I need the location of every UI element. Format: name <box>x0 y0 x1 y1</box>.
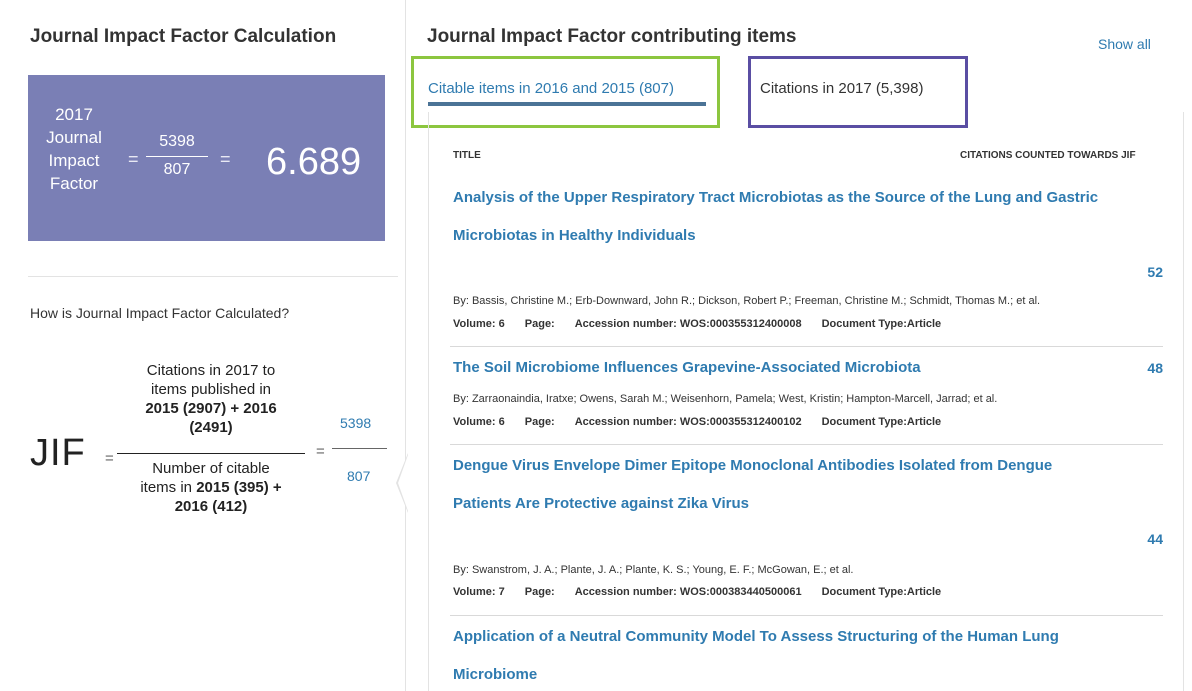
jif-calculation-panel: Journal Impact Factor Calculation 2017 J… <box>10 0 406 691</box>
denominator-line: 2016 (412) <box>174 498 248 515</box>
item-accession: Accession number: WOS:000355312400008 <box>574 318 802 330</box>
item-accession: Accession number: WOS:000383440500061 <box>574 586 802 598</box>
item-authors: By: Swanstrom, J. A.; Plante, J. A.; Pla… <box>453 564 854 576</box>
jif-summary-box: 2017 Journal Impact Factor = 5398 807 = … <box>28 75 385 241</box>
item-title-line[interactable]: The Soil Microbiome Influences Grapevine… <box>453 349 1163 387</box>
item-title-line[interactable]: Application of a Neutral Community Model… <box>453 618 1163 656</box>
item-title-line[interactable]: Microbiome <box>453 656 1163 691</box>
item-title-line[interactable]: Analysis of the Upper Respiratory Tract … <box>453 179 1163 217</box>
jif-label-line: Factor <box>49 174 99 193</box>
equals-sign: = <box>128 149 139 169</box>
jif-abbrev: JIF <box>30 432 86 474</box>
citation-count[interactable]: 44 <box>1103 531 1163 547</box>
item-title-line[interactable]: Patients Are Protective against Zika Vir… <box>453 485 1163 523</box>
numerator-line: (2491) <box>189 419 233 436</box>
column-header-title: TITLE <box>453 150 481 161</box>
column-header-citations: CITATIONS COUNTED TOWARDS JIF <box>960 150 1136 161</box>
equals-sign: = <box>220 149 231 169</box>
jif-label-line: 2017 <box>55 105 93 124</box>
jif-numerator: 5398 <box>159 133 195 150</box>
citation-count[interactable]: 52 <box>1103 264 1163 280</box>
show-all-link[interactable]: Show all <box>1098 36 1151 52</box>
item-title-line[interactable]: Microbiotas in Healthy Individuals <box>453 217 1163 255</box>
jif-box-label: 2017 Journal Impact Factor <box>28 103 120 195</box>
equals-sign: = <box>316 443 325 460</box>
item-title-line[interactable]: Dengue Virus Envelope Dimer Epitope Mono… <box>453 447 1163 485</box>
item-divider <box>450 444 1163 445</box>
item-title-link[interactable]: Application of a Neutral Community Model… <box>453 618 1163 691</box>
numerator-line: items published in <box>150 381 272 398</box>
jif-label-line: Impact <box>48 151 100 170</box>
item-divider <box>450 346 1163 347</box>
numerator-line: Citations in 2017 to <box>146 362 276 379</box>
equals-sign: = <box>105 450 114 467</box>
item-authors: By: Bassis, Christine M.; Erb-Downward, … <box>453 295 1041 307</box>
item-title-link[interactable]: The Soil Microbiome Influences Grapevine… <box>453 349 1163 387</box>
fraction-line <box>117 453 305 454</box>
item-meta: Volume: 7 Page: Accession number: WOS:0003… <box>453 586 961 598</box>
jif-value: 6.689 <box>266 141 362 183</box>
formula-result-numerator: 5398 <box>340 415 372 431</box>
fraction-line <box>332 448 387 449</box>
jif-label-line: Journal <box>46 128 102 147</box>
denominator-line: 2015 (395) + <box>196 479 282 496</box>
item-doctype: Document Type:Article <box>821 416 942 428</box>
panel-title: Journal Impact Factor Calculation <box>30 26 337 47</box>
divider <box>28 276 398 277</box>
item-doctype: Document Type:Article <box>821 318 942 330</box>
item-page: Page: <box>524 318 555 330</box>
denominator-line: Number of citable <box>152 460 270 477</box>
item-volume: Volume: 6 <box>453 416 505 428</box>
item-volume: Volume: 6 <box>453 318 505 330</box>
item-meta: Volume: 6 Page: Accession number: WOS:0003… <box>453 416 961 428</box>
jif-fraction: 5398 807 <box>146 133 208 179</box>
denominator-line: items in <box>140 479 197 496</box>
item-page: Page: <box>524 586 555 598</box>
item-authors: By: Zarraonaindia, Iratxe; Owens, Sarah … <box>453 393 998 405</box>
item-divider <box>450 615 1163 616</box>
item-meta: Volume: 6 Page: Accession number: WOS:0003… <box>453 318 961 330</box>
item-title-link[interactable]: Dengue Virus Envelope Dimer Epitope Mono… <box>453 447 1163 523</box>
fraction-line <box>146 156 208 157</box>
item-page: Page: <box>524 416 555 428</box>
how-calculated-heading: How is Journal Impact Factor Calculated? <box>30 305 290 321</box>
panel-pointer-inner <box>398 455 408 511</box>
formula-result-denominator: 807 <box>347 468 371 484</box>
item-doctype: Document Type:Article <box>821 586 942 598</box>
item-volume: Volume: 7 <box>453 586 505 598</box>
formula-numerator: Citations in 2017 to items published in … <box>120 361 302 437</box>
item-title-link[interactable]: Analysis of the Upper Respiratory Tract … <box>453 179 1163 255</box>
jif-formula: JIF = Citations in 2017 to items publish… <box>10 355 406 525</box>
contributing-items-title: Journal Impact Factor contributing items <box>427 26 797 47</box>
jif-denominator: 807 <box>163 161 191 178</box>
citation-count[interactable]: 48 <box>1103 360 1163 376</box>
item-accession: Accession number: WOS:000355312400102 <box>574 416 802 428</box>
formula-denominator: Number of citable items in 2015 (395) + … <box>120 459 302 516</box>
numerator-line: 2015 (2907) + 2016 <box>145 400 277 417</box>
